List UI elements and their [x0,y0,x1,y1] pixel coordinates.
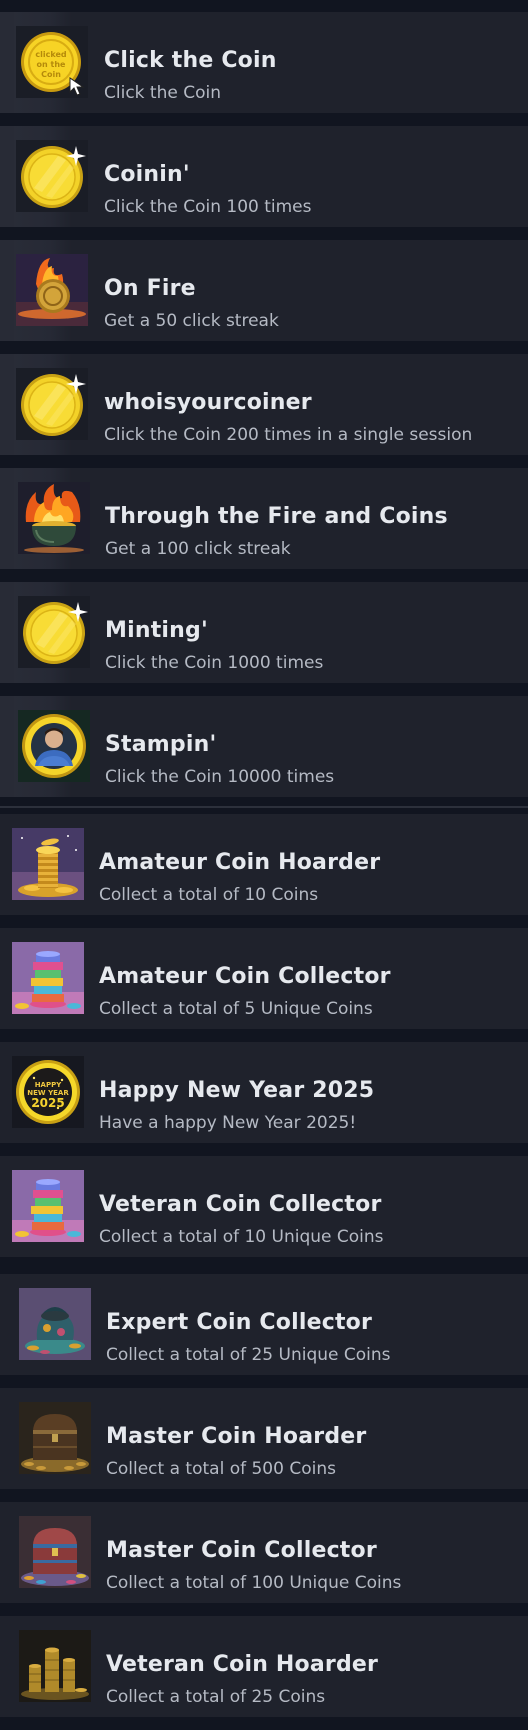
flaming-coin-icon [16,254,88,326]
coin-greeting-line-1: HAPPY [35,1081,63,1089]
achievement-title: Stampin' [105,732,217,757]
colorful-coin-stack-icon [12,1170,84,1242]
achievement-title: Click the Coin [104,48,277,73]
achievement-row[interactable]: Minting' Click the Coin 1000 times [0,582,528,683]
achievement-title: Master Coin Hoarder [106,1424,367,1449]
achievement-description: Collect a total of 100 Unique Coins [106,1573,402,1593]
achievement-row[interactable]: Through the Fire and Coins Get a 100 clic… [0,468,528,569]
achievement-description: Collect a total of 25 Unique Coins [106,1345,391,1365]
achievement-description: Click the Coin 1000 times [105,653,324,673]
achievement-row[interactable]: On Fire Get a 50 click streak [0,240,528,341]
achievement-description: Click the Coin 200 times in a single ses… [104,425,473,445]
achievement-title: Veteran Coin Hoarder [106,1652,379,1677]
achievement-description: Click the Coin 10000 times [105,767,335,787]
achievement-description: Get a 50 click streak [104,311,279,331]
gold-coin-click-icon: clicked on the Coin [16,26,88,98]
coin-towers-icon [19,1630,91,1702]
achievement-row[interactable]: Veteran Coin Collector Collect a total of… [0,1156,528,1257]
achievement-title: Amateur Coin Hoarder [99,850,381,875]
portrait-coin-icon [18,710,90,782]
coin-engraving-line-1: clicked [35,50,67,59]
achievement-title: Expert Coin Collector [106,1310,373,1335]
achievement-description: Collect a total of 5 Unique Coins [99,999,373,1019]
achievement-row[interactable]: clicked on the Coin Click the Coin Click … [0,12,528,113]
achievement-description: Get a 100 click streak [105,539,291,559]
coin-engraving-line-3: Coin [41,70,61,79]
treasure-chest-icon [19,1402,91,1474]
colorful-coin-stack-icon [12,942,84,1014]
achievement-description: Collect a total of 25 Coins [106,1687,326,1707]
achievement-title: Master Coin Collector [106,1538,377,1563]
section-divider [0,806,528,808]
achievement-row[interactable]: Amateur Coin Collector Collect a total of… [0,928,528,1029]
new-year-coin-icon: HAPPY NEW YEAR 2025 [12,1056,84,1128]
achievement-description: Collect a total of 10 Coins [99,885,319,905]
achievement-row[interactable]: whoisyourcoiner Click the Coin 200 times … [0,354,528,455]
achievement-row[interactable]: Stampin' Click the Coin 10000 times [0,696,528,797]
achievement-row[interactable]: Amateur Coin Hoarder Collect a total of 1… [0,814,528,915]
achievement-title: Coinin' [104,162,190,187]
achievement-description: Click the Coin 100 times [104,197,312,217]
achievement-row[interactable]: Expert Coin Collector Collect a total of … [0,1274,528,1375]
achievement-title: Happy New Year 2025 [99,1078,375,1103]
achievements-list: clicked on the Coin Click the Coin Click … [0,0,528,1730]
achievement-description: Click the Coin [104,83,221,103]
achievement-row[interactable]: Master Coin Hoarder Collect a total of 50… [0,1388,528,1489]
achievement-title: Veteran Coin Collector [99,1192,382,1217]
coin-year-text: 2025 [31,1096,64,1110]
achievement-row[interactable]: Master Coin Collector Collect a total of … [0,1502,528,1603]
achievement-description: Collect a total of 10 Unique Coins [99,1227,384,1247]
achievement-title: On Fire [104,276,196,301]
achievement-row[interactable]: Coinin' Click the Coin 100 times [0,126,528,227]
achievement-title: whoisyourcoiner [104,390,312,415]
achievement-description: Have a happy New Year 2025! [99,1113,357,1133]
achievement-row[interactable]: HAPPY NEW YEAR 2025 Happy New Year 2025 Ha… [0,1042,528,1143]
achievement-title: Minting' [105,618,208,643]
coin-engraving-line-2: on the [37,60,66,69]
colorful-treasure-chest-icon [19,1516,91,1588]
achievement-title: Amateur Coin Collector [99,964,391,989]
shiny-gold-coin-icon [16,368,88,440]
shiny-gold-coin-icon [16,140,88,212]
shiny-gold-coin-icon [18,596,90,668]
coin-stack-icon [12,828,84,900]
achievement-title: Through the Fire and Coins [105,504,448,529]
achievement-row[interactable]: Veteran Coin Hoarder Collect a total of 2… [0,1616,528,1717]
coin-pouch-icon [19,1288,91,1360]
achievement-description: Collect a total of 500 Coins [106,1459,336,1479]
fire-cauldron-icon [18,482,90,554]
